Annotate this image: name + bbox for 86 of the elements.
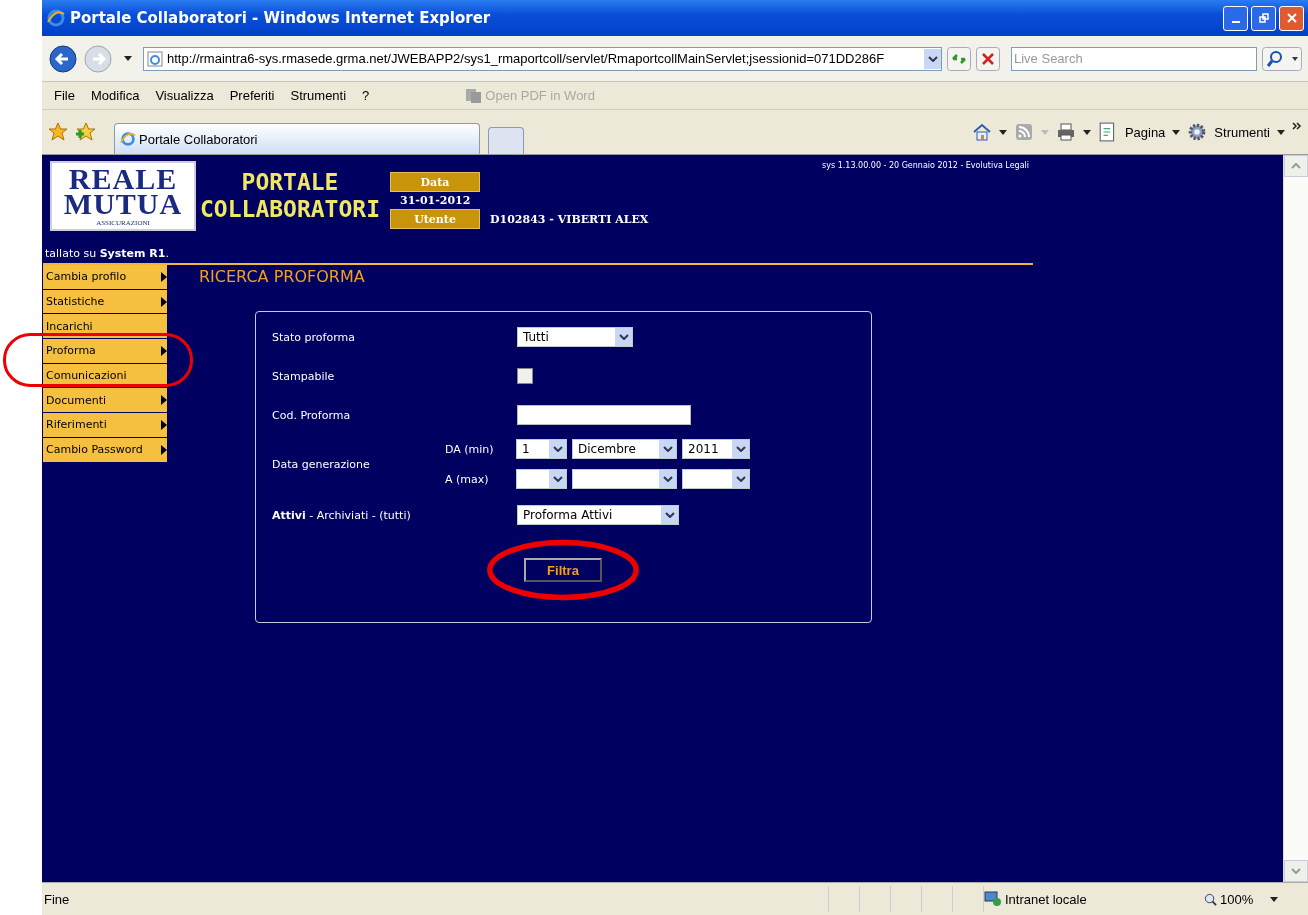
field-label: Stampabile bbox=[272, 369, 336, 383]
chevron-down-icon bbox=[552, 476, 563, 482]
restore-icon bbox=[1258, 13, 1269, 23]
menu-item[interactable]: ? bbox=[354, 88, 378, 103]
printer-icon[interactable] bbox=[1055, 122, 1076, 142]
back-button[interactable] bbox=[48, 43, 78, 74]
chevron-down-icon bbox=[662, 476, 673, 482]
field-label: Stato proforma bbox=[272, 330, 356, 344]
stop-button[interactable] bbox=[976, 46, 1000, 71]
version-text: sys 1.13.00.00 - 20 Gennaio 2012 - Evolutiva Legali bbox=[822, 161, 1029, 170]
sidebar-item[interactable]: Incarichi bbox=[43, 314, 167, 339]
network-icon bbox=[984, 891, 1002, 907]
field-label: Cod. Proforma bbox=[272, 408, 352, 422]
chevron-down-icon bbox=[664, 512, 675, 518]
ie-logo-icon bbox=[119, 130, 137, 148]
status-text: Fine bbox=[43, 891, 71, 907]
chevron-down-icon bbox=[735, 446, 746, 452]
day-dropdown[interactable] bbox=[516, 469, 567, 489]
chevron-down-icon bbox=[927, 55, 938, 62]
menu-item[interactable]: Visualizza bbox=[147, 88, 222, 103]
sidebar-item[interactable]: Cambia profilo bbox=[43, 265, 167, 289]
zoom-icon[interactable] bbox=[1204, 892, 1217, 906]
menu-item[interactable]: Preferiti bbox=[221, 88, 283, 103]
month-dropdown[interactable]: Dicembre bbox=[572, 439, 677, 459]
field-label: Attivi - Archiviati - (tutti) bbox=[272, 508, 412, 522]
restore-button[interactable] bbox=[1251, 5, 1276, 31]
chevron-down-icon bbox=[618, 334, 629, 340]
field-label: A (max) bbox=[445, 472, 490, 486]
ie-logo-icon bbox=[46, 8, 66, 28]
window-title: Portale Collaboratori - Windows Internet Explorer bbox=[70, 9, 492, 27]
user-value: D102843 - VIBERTI ALEX bbox=[489, 212, 649, 226]
caret-icon[interactable] bbox=[1270, 896, 1279, 902]
star-icon[interactable] bbox=[48, 122, 68, 142]
ie-page-icon bbox=[147, 50, 163, 67]
portal-title: PORTALE COLLABORATORI bbox=[200, 169, 380, 223]
caret-icon[interactable] bbox=[1172, 129, 1181, 135]
chevron-down-icon bbox=[552, 446, 563, 452]
page-heading: RICERCA PROFORMA bbox=[199, 266, 366, 288]
scrollbar[interactable] bbox=[1283, 155, 1308, 882]
caret-icon[interactable] bbox=[1277, 129, 1285, 135]
sidebar-item[interactable]: Documenti bbox=[43, 388, 167, 413]
documents-icon bbox=[465, 87, 484, 104]
date-label: Data bbox=[390, 172, 480, 192]
user-label: Utente bbox=[390, 209, 480, 229]
home-icon[interactable] bbox=[971, 122, 992, 142]
refresh-button[interactable] bbox=[947, 46, 971, 71]
caret-icon[interactable] bbox=[998, 129, 1007, 135]
day-dropdown[interactable]: 1 bbox=[516, 439, 567, 459]
input-field[interactable] bbox=[517, 405, 691, 425]
search-field[interactable]: Live Search bbox=[1011, 46, 1257, 71]
chevron-up-icon bbox=[1291, 163, 1301, 169]
search-button[interactable] bbox=[1262, 46, 1302, 71]
sidebar-item[interactable]: Proforma bbox=[43, 339, 167, 363]
field-label: DA (min) bbox=[445, 442, 495, 456]
menu-item[interactable]: File bbox=[46, 88, 83, 103]
gear-icon[interactable] bbox=[1187, 122, 1208, 142]
dropdown[interactable]: Proforma Attivi bbox=[517, 505, 679, 525]
command-menu[interactable]: Strumenti bbox=[1214, 124, 1270, 140]
add-star-icon[interactable] bbox=[76, 122, 96, 142]
address-dropdown-button[interactable] bbox=[924, 48, 941, 69]
sidebar-item[interactable]: Statistiche bbox=[43, 289, 167, 314]
command-menu[interactable]: Pagina bbox=[1124, 124, 1166, 140]
sidebar-item[interactable]: Riferimenti bbox=[43, 413, 167, 437]
chevron-down-icon bbox=[662, 446, 673, 452]
security-zone: Intranet locale bbox=[1005, 891, 1087, 907]
close-icon bbox=[1286, 13, 1297, 23]
filter-button[interactable]: Filtra bbox=[524, 558, 602, 582]
chevron-down-icon bbox=[1291, 868, 1301, 874]
menu-item[interactable]: Modifica bbox=[82, 88, 148, 103]
zoom-level[interactable]: 100% bbox=[1220, 891, 1254, 907]
field-label: Data generazione bbox=[272, 457, 371, 471]
dropdown[interactable]: Tutti bbox=[517, 327, 633, 347]
menu-item[interactable]: Strumenti bbox=[282, 88, 355, 103]
close-button[interactable] bbox=[1279, 5, 1304, 31]
caret-icon[interactable] bbox=[1082, 129, 1091, 135]
minimize-button[interactable] bbox=[1223, 5, 1248, 31]
installed-text: tallato su System R1. bbox=[44, 246, 170, 262]
chevron-icon[interactable] bbox=[1292, 122, 1302, 130]
date-value: 31-01-2012 bbox=[399, 194, 472, 207]
caret-icon[interactable] bbox=[124, 56, 132, 61]
chevron-down-icon bbox=[735, 476, 746, 482]
browser-tab[interactable]: Portale Collaboratori bbox=[114, 123, 480, 154]
checkbox[interactable] bbox=[517, 368, 533, 384]
year-dropdown[interactable]: 2011 bbox=[682, 439, 750, 459]
sidebar-item[interactable]: Cambio Password bbox=[43, 437, 167, 462]
minimize-icon bbox=[1231, 21, 1240, 23]
